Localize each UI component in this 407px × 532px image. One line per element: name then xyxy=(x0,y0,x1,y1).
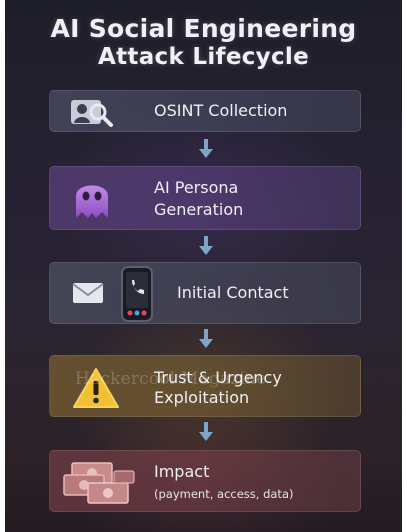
arrow-down-icon xyxy=(199,236,213,255)
phone-icon xyxy=(121,266,153,322)
diagram-title-line1: AI Social Engineering xyxy=(50,14,357,43)
step-impact: Impact (payment, access, data) xyxy=(49,450,361,512)
step-label-line2: Exploitation xyxy=(154,388,250,407)
step-sublabel: (payment, access, data) xyxy=(154,487,294,501)
arrow-down-icon xyxy=(199,422,213,441)
person-search-icon xyxy=(71,100,113,127)
step-label-line2: Generation xyxy=(154,200,244,219)
diagram-canvas: AI Social Engineering Attack Lifecycle O… xyxy=(5,0,402,532)
step-initial-contact: Initial Contact xyxy=(49,262,361,324)
step-label: Initial Contact xyxy=(177,283,289,302)
arrow-down-icon xyxy=(199,139,213,158)
envelope-icon xyxy=(72,283,104,303)
step-osint-collection: OSINT Collection xyxy=(49,90,361,132)
step-label-line1: AI Persona xyxy=(154,178,239,197)
diagram-title-line2: Attack Lifecycle xyxy=(98,44,309,70)
watermark: Hackercool Magazine xyxy=(75,369,267,389)
cash-icon xyxy=(63,462,135,504)
step-label: OSINT Collection xyxy=(154,101,288,120)
arrow-down-icon xyxy=(199,329,213,348)
ghost-icon xyxy=(76,185,108,218)
step-ai-persona-generation: AI Persona Generation xyxy=(49,166,361,230)
step-label: Impact xyxy=(154,462,210,481)
